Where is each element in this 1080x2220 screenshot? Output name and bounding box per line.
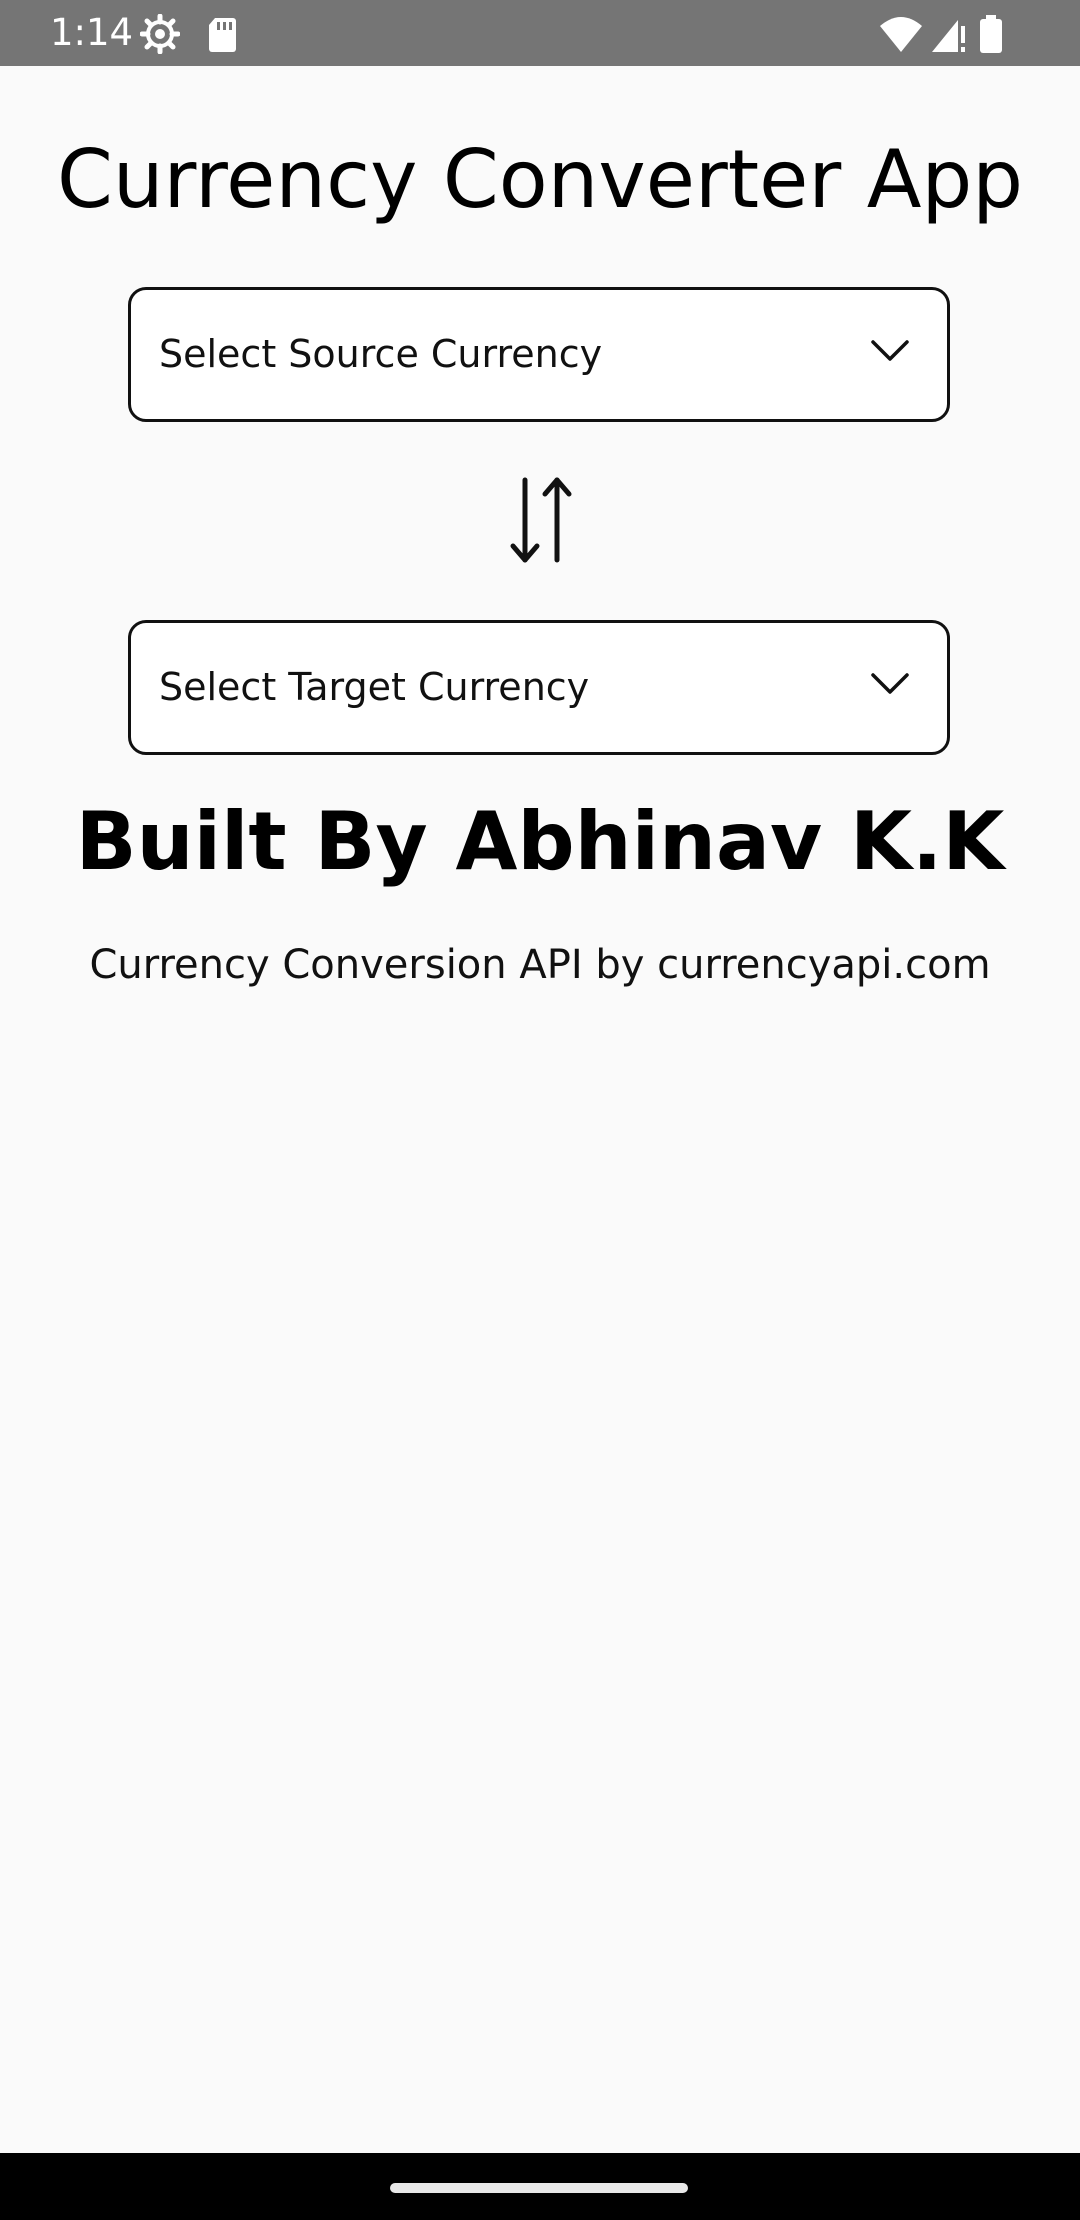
built-by-heading: Built By Abhinav K.K <box>75 795 1005 888</box>
sd-card-icon <box>209 18 236 52</box>
chevron-down-icon <box>871 673 909 694</box>
target-currency-dropdown[interactable]: Select Target Currency <box>128 620 950 755</box>
api-credit-text: Currency Conversion API by currencyapi.c… <box>89 942 991 988</box>
settings-gear-icon <box>140 14 180 54</box>
source-currency-dropdown[interactable]: Select Source Currency <box>128 287 950 422</box>
app-title: Currency Converter App <box>56 133 1023 226</box>
navigation-bar <box>0 2153 1080 2220</box>
target-currency-label: Select Target Currency <box>159 665 590 709</box>
cell-signal-icon <box>932 20 965 52</box>
swap-vertical-arrows-icon[interactable] <box>505 472 577 568</box>
wifi-icon <box>880 17 922 52</box>
chevron-down-icon <box>871 340 909 361</box>
source-currency-label: Select Source Currency <box>159 332 603 376</box>
status-time: 1:14 <box>50 11 134 54</box>
status-bar: 1:14 <box>0 0 1080 66</box>
battery-icon <box>980 15 1002 53</box>
home-gesture-handle[interactable] <box>390 2183 688 2193</box>
